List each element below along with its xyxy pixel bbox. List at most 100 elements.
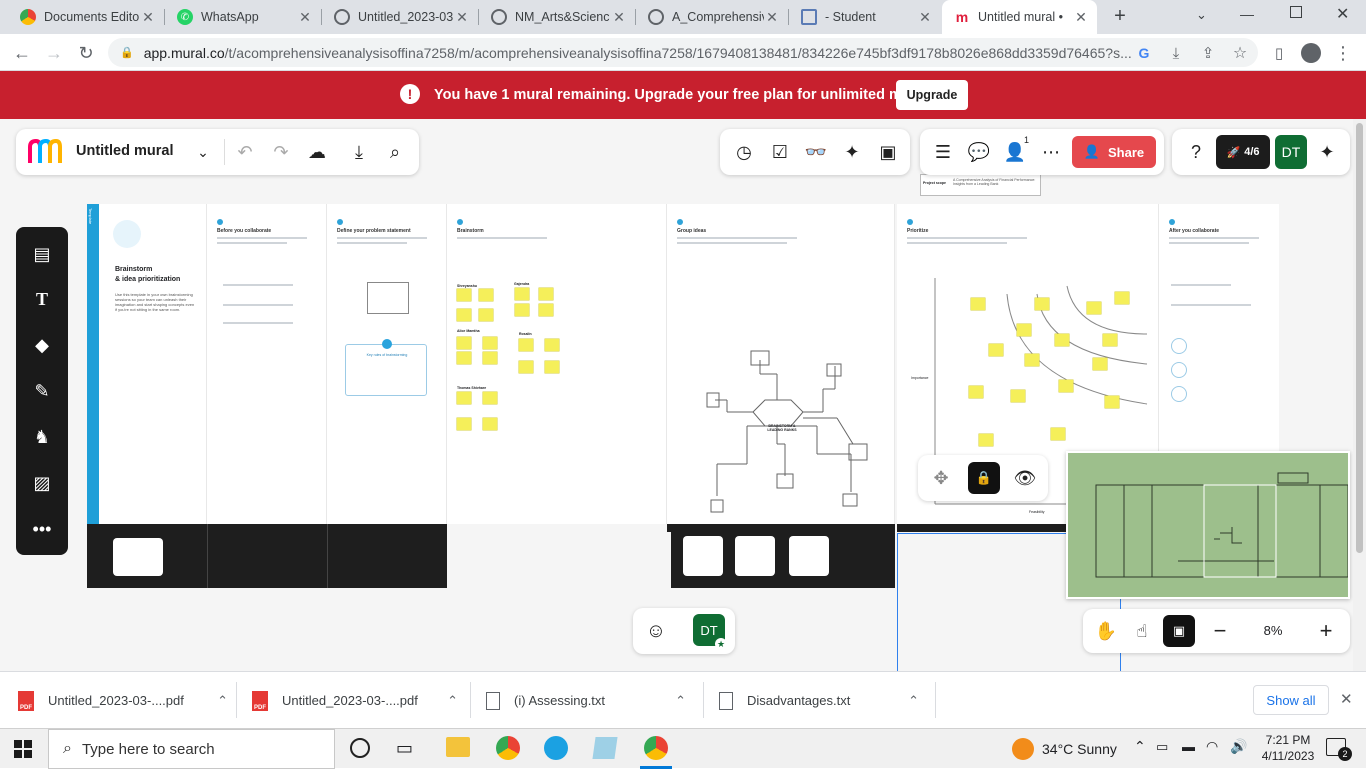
chevron-up-icon[interactable]: ⌃: [447, 693, 458, 709]
close-icon[interactable]: ✕: [611, 9, 627, 26]
volume-icon[interactable]: 🔊: [1230, 738, 1247, 755]
minimize-button[interactable]: —: [1240, 6, 1254, 22]
file-explorer-icon[interactable]: [446, 737, 470, 757]
upgrade-button[interactable]: Upgrade: [896, 80, 968, 110]
zoom-in-button[interactable]: +: [1311, 616, 1341, 646]
ai-sparkle-icon[interactable]: ✦: [1312, 137, 1342, 167]
outline-icon[interactable]: ☰: [928, 137, 958, 167]
browser-tab[interactable]: - Student ✕: [789, 0, 941, 34]
undo-icon[interactable]: ↶: [230, 137, 260, 167]
emoji-icon[interactable]: ☺: [641, 616, 671, 646]
move-icon[interactable]: ✥: [926, 463, 956, 493]
mouse-mode-icon[interactable]: ▣: [1163, 615, 1195, 647]
image-icon[interactable]: ▨: [27, 468, 57, 498]
chevron-up-icon[interactable]: ⌃: [675, 693, 686, 709]
download-item[interactable]: PDF Untitled_2023-03-....pdf ⌃: [252, 672, 458, 729]
windows-start-icon[interactable]: [14, 740, 32, 758]
back-button[interactable]: ←: [9, 40, 35, 66]
weather-text[interactable]: 34°C Sunny: [1042, 741, 1117, 757]
close-icon[interactable]: ✕: [764, 9, 780, 26]
pen-icon[interactable]: ✎: [27, 376, 57, 406]
address-bar[interactable]: 🔒 app.mural.co/t/acomprehensiveanalysiso…: [108, 38, 1258, 67]
close-window-button[interactable]: ✕: [1336, 4, 1349, 24]
clock[interactable]: 7:21 PM 4/11/2023: [1258, 732, 1318, 764]
taskbar-search-input[interactable]: ⌕ Type here to search: [48, 729, 335, 769]
task-view-icon[interactable]: ▭: [396, 738, 413, 759]
browser-tab[interactable]: Documents Edito ✕: [8, 0, 164, 34]
comments-icon[interactable]: 💬: [964, 137, 994, 167]
text-icon[interactable]: T: [27, 284, 57, 314]
tab-search-icon[interactable]: ⌄: [1196, 7, 1207, 23]
forward-button[interactable]: →: [41, 40, 67, 66]
download-item[interactable]: Disadvantages.txt ⌃: [719, 672, 919, 729]
close-icon[interactable]: ✕: [454, 9, 470, 26]
new-tab-button[interactable]: +: [1108, 5, 1132, 29]
wifi-icon[interactable]: ◠: [1206, 738, 1218, 755]
onboarding-progress-button[interactable]: 🚀 4/6: [1216, 135, 1270, 169]
chrome-profile-icon[interactable]: [644, 736, 668, 760]
close-icon[interactable]: ✕: [297, 9, 313, 26]
chevron-up-icon[interactable]: ⌃: [908, 693, 919, 709]
close-shelf-icon[interactable]: ✕: [1340, 690, 1353, 708]
search-icon[interactable]: ⌕: [380, 137, 410, 167]
browser-tab[interactable]: ✆ WhatsApp ✕: [165, 0, 321, 34]
reload-button[interactable]: ↻: [73, 40, 99, 66]
share-button[interactable]: 👤 Share: [1072, 136, 1156, 168]
show-all-button[interactable]: Show all: [1253, 685, 1329, 715]
mural-logo-icon[interactable]: [28, 138, 62, 165]
browser-tab[interactable]: A_Comprehensiv ✕: [636, 0, 788, 34]
chevron-up-icon[interactable]: ⌃: [217, 693, 228, 709]
restore-button[interactable]: [1290, 6, 1302, 18]
lock-icon[interactable]: 🔒: [968, 462, 1000, 494]
close-icon[interactable]: ✕: [1073, 9, 1089, 26]
chrome-menu-icon[interactable]: ⋮: [1330, 40, 1356, 66]
minimap[interactable]: [1066, 451, 1350, 599]
chrome-taskbar-icon[interactable]: [496, 736, 520, 760]
show-hidden-icons[interactable]: ⌃: [1134, 738, 1146, 755]
browser-tab[interactable]: NM_Arts&Scienc ✕: [479, 0, 635, 34]
share-page-icon[interactable]: ⇪: [1195, 40, 1221, 66]
download-item[interactable]: (i) Assessing.txt ⌃: [486, 672, 686, 729]
shapes-icon[interactable]: ◆: [27, 330, 57, 360]
profile-icon[interactable]: [1298, 40, 1324, 66]
more-options-icon[interactable]: ⋯: [1036, 137, 1066, 167]
browser-tab-active[interactable]: m Untitled mural • ✕: [942, 0, 1097, 34]
app-icon[interactable]: [592, 737, 618, 759]
private-mode-icon[interactable]: 👓: [801, 137, 831, 167]
avatar[interactable]: DT: [1275, 135, 1307, 169]
close-icon[interactable]: ✕: [917, 9, 933, 26]
touchpad-icon[interactable]: ☝: [1127, 616, 1157, 646]
hand-pan-icon[interactable]: ✋: [1091, 616, 1121, 646]
download-item[interactable]: PDF Untitled_2023-03-....pdf ⌃: [18, 672, 228, 729]
cortana-icon[interactable]: [350, 738, 370, 758]
more-tools-icon[interactable]: •••: [27, 514, 57, 544]
zoom-out-button[interactable]: −: [1205, 616, 1235, 646]
zoom-level[interactable]: 8%: [1253, 623, 1293, 638]
hide-icon[interactable]: 👁: [1010, 463, 1040, 493]
mural-title[interactable]: Untitled mural: [76, 143, 173, 159]
toolkit-icon[interactable]: ▣: [873, 137, 903, 167]
icons-llama-icon[interactable]: ♞: [27, 422, 57, 452]
google-icon[interactable]: G: [1131, 40, 1157, 66]
battery-icon[interactable]: ▬: [1182, 739, 1195, 754]
chevron-down-icon[interactable]: ⌄: [188, 137, 218, 167]
help-icon[interactable]: ?: [1181, 137, 1211, 167]
weather-sun-icon[interactable]: [1012, 738, 1034, 760]
download-icon[interactable]: ⤓: [344, 137, 374, 167]
side-panel-icon[interactable]: ▯: [1266, 40, 1292, 66]
celebrate-icon[interactable]: ✦: [837, 137, 867, 167]
network-icon[interactable]: ▭: [1156, 739, 1168, 755]
close-icon[interactable]: ✕: [140, 9, 156, 26]
checklist-icon[interactable]: ☑: [765, 137, 795, 167]
browser-tab[interactable]: Untitled_2023-03 ✕: [322, 0, 478, 34]
timer-icon[interactable]: ◷: [729, 137, 759, 167]
install-icon[interactable]: ⤓: [1163, 40, 1189, 66]
sticky-note-icon[interactable]: ▤: [27, 239, 57, 269]
download-filename: Untitled_2023-03-....pdf: [282, 693, 418, 708]
mural-canvas[interactable]: Template Brainstorm & idea prioritizatio…: [0, 119, 1366, 673]
redo-icon[interactable]: ↷: [266, 137, 296, 167]
cloud-sync-icon[interactable]: ☁: [302, 137, 332, 167]
edge-icon[interactable]: [544, 736, 568, 760]
canvas-scrollbar[interactable]: [1353, 119, 1366, 671]
bookmark-star-icon[interactable]: ☆: [1227, 40, 1253, 66]
